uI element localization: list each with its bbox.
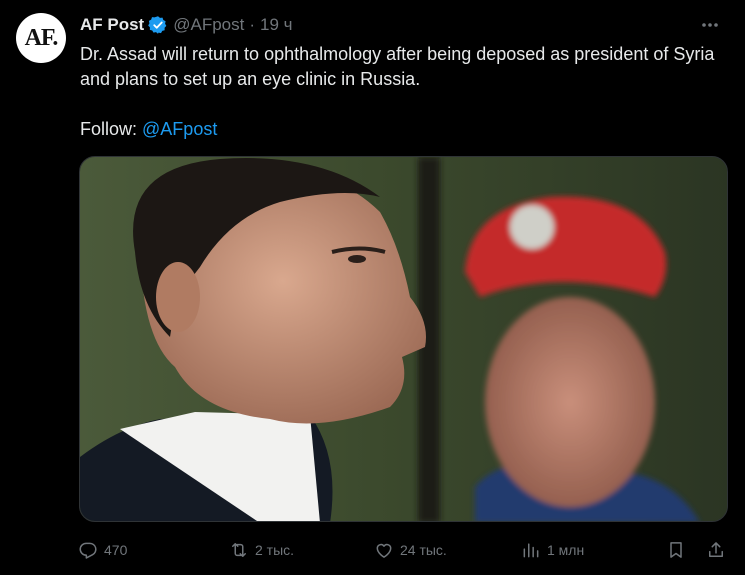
separator-dot: · — [249, 15, 256, 34]
views-button[interactable]: 1 млн — [521, 536, 584, 564]
like-icon — [376, 543, 392, 558]
avatar-logo-text: AF. — [24, 24, 59, 51]
avatar[interactable]: AF. — [16, 13, 66, 63]
follow-line: Follow: @AFpost — [80, 117, 217, 142]
repost-button[interactable]: 2 тыс. — [229, 536, 294, 564]
follow-mention-link[interactable]: @AFpost — [142, 119, 217, 139]
tweet: AF. AF Post @AFpost · 19 ч Dr. Assad wil… — [0, 0, 745, 575]
post-image[interactable] — [79, 156, 728, 522]
reply-icon — [79, 542, 97, 559]
more-icon[interactable] — [695, 13, 725, 37]
author-display-name[interactable]: AF Post — [80, 15, 144, 35]
bookmark-button[interactable] — [666, 536, 686, 564]
like-count: 24 тыс. — [400, 542, 447, 558]
reply-button[interactable]: 470 — [78, 536, 127, 564]
follow-label: Follow: — [80, 119, 138, 139]
repost-count: 2 тыс. — [255, 542, 295, 558]
post-text: Dr. Assad will return to ophthalmology a… — [80, 44, 715, 89]
post-time[interactable]: 19 ч — [260, 15, 293, 35]
verified-badge-icon — [148, 16, 167, 34]
views-icon — [523, 543, 539, 558]
action-bar: 470 2 тыс. 24 тыс. 1 млн — [78, 536, 730, 564]
photo-illustration — [80, 157, 727, 521]
share-button[interactable] — [706, 536, 726, 564]
bookmark-icon — [670, 542, 682, 558]
like-button[interactable]: 24 тыс. — [374, 536, 447, 564]
reply-count: 470 — [104, 542, 128, 558]
share-icon — [709, 542, 723, 557]
author-handle[interactable]: @AFpost — [173, 15, 244, 35]
tweet-header: AF Post @AFpost · 19 ч — [80, 13, 729, 37]
repost-icon — [232, 543, 246, 557]
views-count: 1 млн — [547, 542, 585, 558]
